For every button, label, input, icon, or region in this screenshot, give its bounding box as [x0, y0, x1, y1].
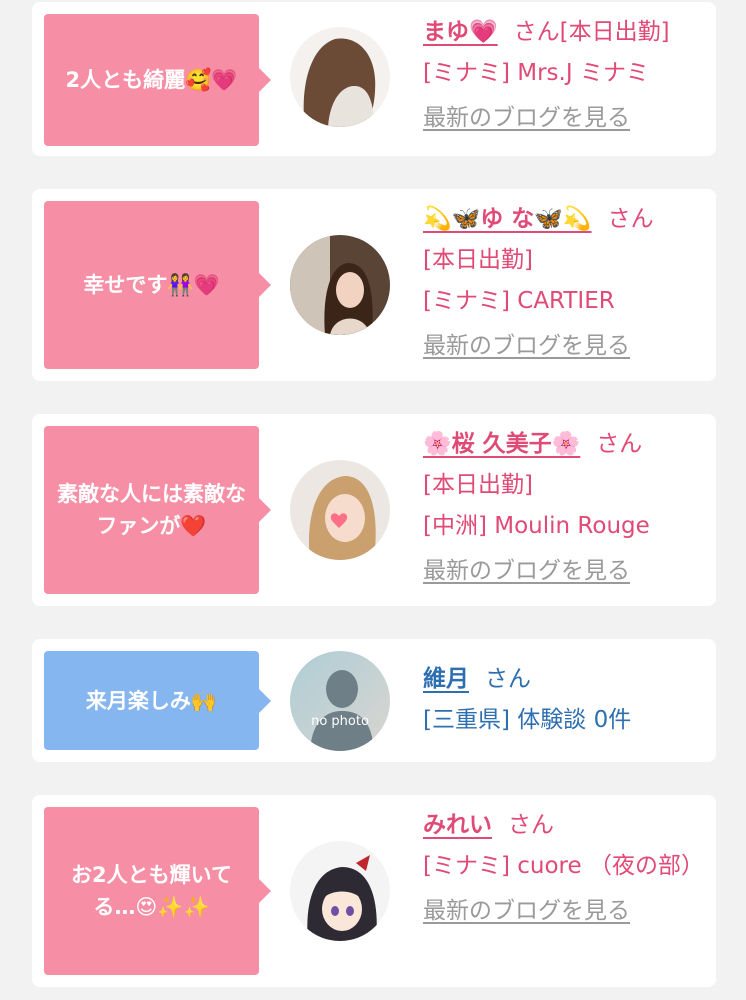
- honorific: さん: [485, 666, 531, 692]
- blog-link[interactable]: 最新のブログを見る: [423, 891, 630, 932]
- cast-name-link[interactable]: 🌸桜 久美子🌸: [423, 431, 580, 457]
- attendance-status: [本日出勤]: [559, 19, 670, 45]
- honorific: さん: [513, 19, 560, 45]
- blog-link[interactable]: 最新のブログを見る: [423, 98, 630, 139]
- avatar[interactable]: [290, 27, 390, 127]
- avatar[interactable]: [290, 235, 390, 335]
- shop-line: [ミナミ] cuore （夜の部）: [423, 853, 704, 879]
- cast-info: 🌸桜 久美子🌸 さん [本日出勤] [中洲] Moulin Rouge 最新のブロ…: [423, 424, 702, 592]
- comment-bubble: 素敵な人には素敵なファンが❤️: [44, 426, 271, 594]
- comment-bubble: 来月楽しみ🙌: [44, 651, 271, 750]
- review-count-line: [三重県] 体験談 0件: [423, 707, 632, 733]
- cast-name-link[interactable]: 💫🦋ゆ な🦋💫: [423, 206, 592, 232]
- review-card: 来月楽しみ🙌 no photo 維月 さん [三重県] 体験談 0件: [32, 639, 716, 762]
- user-name-link[interactable]: 維月: [423, 666, 469, 692]
- cast-name-link[interactable]: まゆ💗: [423, 19, 498, 45]
- cast-info: まゆ💗 さん[本日出勤] [ミナミ] Mrs.J ミナミ 最新のブログを見る: [423, 12, 702, 139]
- user-info: 維月 さん [三重県] 体験談 0件: [423, 659, 702, 741]
- avatar[interactable]: no photo: [290, 651, 390, 751]
- avatar[interactable]: [290, 841, 390, 941]
- review-card: 幸せです👭💗 💫🦋ゆ な🦋💫 さん [本日出勤] [ミナミ] CARTIER 最新…: [32, 189, 716, 381]
- comment-bubble: 2人とも綺麗🥰💗: [44, 14, 271, 146]
- honorific: さん: [596, 431, 643, 457]
- no-photo-label: no photo: [311, 714, 369, 729]
- shop-line: [中洲] Moulin Rouge: [423, 513, 650, 539]
- comment-bubble: お2人とも輝いてる…😍✨✨: [44, 807, 271, 975]
- shop-line: [ミナミ] Mrs.J ミナミ: [423, 60, 649, 86]
- avatar[interactable]: [290, 460, 390, 560]
- review-card: お2人とも輝いてる…😍✨✨ みれい さん [ミナミ] cuore （夜の部） 最新…: [32, 795, 716, 987]
- blog-link[interactable]: 最新のブログを見る: [423, 326, 630, 367]
- blog-link[interactable]: 最新のブログを見る: [423, 551, 630, 592]
- shop-line: [ミナミ] CARTIER: [423, 288, 615, 314]
- attendance-status: [本日出勤]: [423, 247, 533, 273]
- review-card: 素敵な人には素敵なファンが❤️ 🌸桜 久美子🌸 さん [本日出勤] [中洲] Mo…: [32, 414, 716, 606]
- cast-name-link[interactable]: みれい: [423, 812, 492, 838]
- cast-info: 💫🦋ゆ な🦋💫 さん [本日出勤] [ミナミ] CARTIER 最新のブログを見る: [423, 199, 702, 367]
- review-card: 2人とも綺麗🥰💗 まゆ💗 さん[本日出勤] [ミナミ] Mrs.J ミナミ 最新の…: [32, 2, 716, 156]
- comment-bubble: 幸せです👭💗: [44, 201, 271, 369]
- attendance-status: [本日出勤]: [423, 472, 533, 498]
- honorific: さん: [607, 206, 654, 232]
- cast-info: みれい さん [ミナミ] cuore （夜の部） 最新のブログを見る: [423, 805, 704, 932]
- honorific: さん: [508, 812, 554, 838]
